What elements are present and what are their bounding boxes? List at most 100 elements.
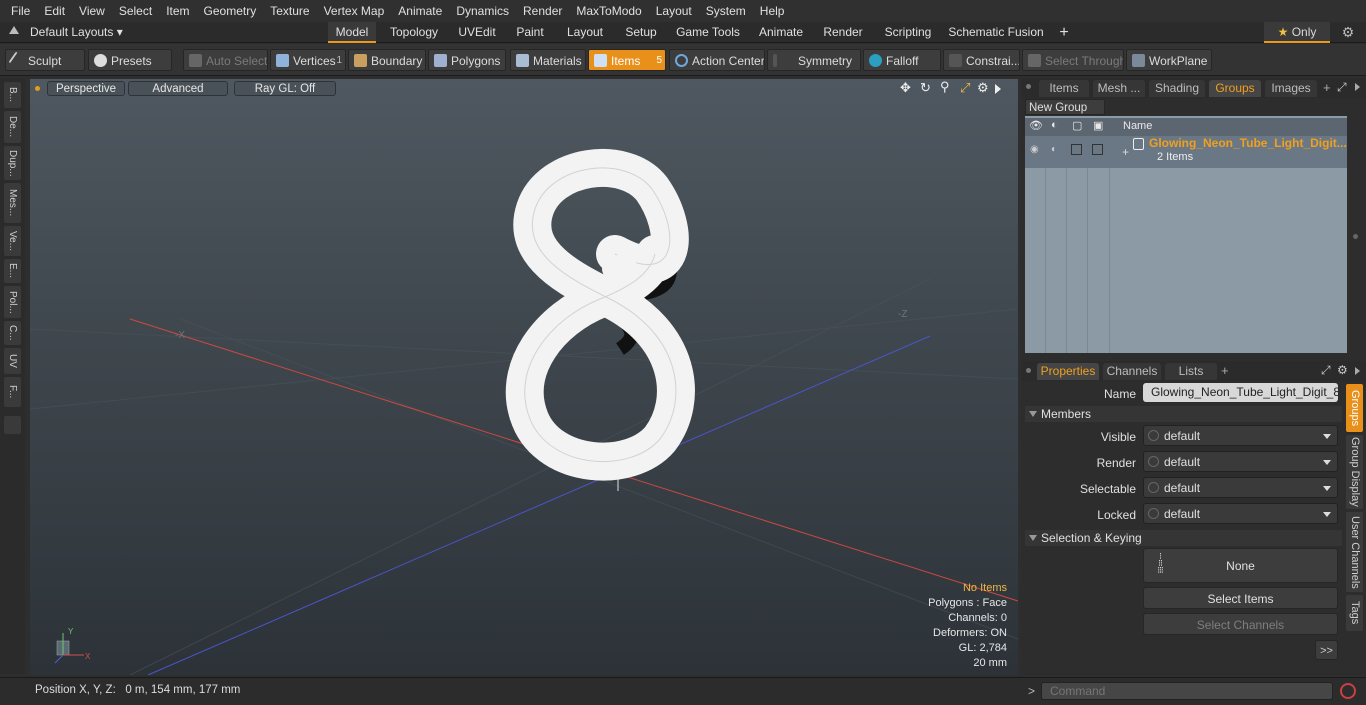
render-select[interactable]: default [1143, 451, 1338, 472]
select-icon[interactable]: ▢ [1072, 119, 1082, 132]
locked-select[interactable]: default [1143, 503, 1338, 524]
menu-item[interactable]: Item [159, 4, 196, 18]
constraints-button[interactable]: Constrai... [943, 49, 1020, 71]
tab-uvedit[interactable]: UVEdit [454, 22, 500, 43]
tab-scripting[interactable]: Scripting [878, 22, 938, 43]
auto-select-button[interactable]: Auto Select [183, 49, 268, 71]
tab-mesh[interactable]: Mesh ... [1093, 80, 1145, 97]
render-icon[interactable]: ◐ [1051, 119, 1058, 131]
eye-icon[interactable]: 👁 [1029, 119, 1043, 132]
materials-button[interactable]: Materials [510, 49, 586, 71]
presets-button[interactable]: Presets [88, 49, 172, 71]
visible-select[interactable]: default [1143, 425, 1338, 446]
members-section[interactable]: Members [1025, 406, 1342, 422]
tab-images[interactable]: Images [1265, 80, 1317, 97]
left-tab-polygon[interactable]: Pol... [4, 286, 21, 318]
polygons-button[interactable]: Polygons [428, 49, 506, 71]
menu-select[interactable]: Select [112, 4, 159, 18]
expand-plus-icon[interactable]: + [1122, 145, 1129, 159]
tab-paint[interactable]: Paint [510, 22, 550, 43]
collapse-icon[interactable] [9, 26, 19, 34]
add-tab-icon[interactable]: + [1054, 22, 1074, 43]
maximize-icon[interactable]: ⤢ [1337, 80, 1347, 95]
left-tab-duplicate[interactable]: Dup... [4, 146, 21, 180]
record-icon[interactable] [1340, 683, 1356, 699]
tab-render[interactable]: Render [818, 22, 868, 43]
add-prop-tab-icon[interactable]: + [1221, 363, 1229, 378]
prop-maximize-icon[interactable]: ⤢ [1321, 363, 1331, 378]
select-channels-button[interactable]: Select Channels [1143, 613, 1338, 635]
side-tab-groups[interactable]: Groups [1346, 384, 1363, 432]
group-row[interactable]: ◉ ◐ + Glowing_Neon_Tube_Light_Digit... 2… [1025, 136, 1347, 168]
menu-layout[interactable]: Layout [649, 4, 699, 18]
menu-edit[interactable]: Edit [37, 4, 72, 18]
tab-items[interactable]: Items [1039, 80, 1089, 97]
menu-dynamics[interactable]: Dynamics [449, 4, 516, 18]
more-button[interactable]: >> [1315, 640, 1338, 660]
only-toggle[interactable]: ★ Only [1264, 22, 1330, 43]
tab-setup[interactable]: Setup [620, 22, 662, 43]
panel-arrow-icon[interactable] [1355, 83, 1360, 91]
left-tab-mesh[interactable]: Mes... [4, 183, 21, 223]
left-tab-edge[interactable]: E... [4, 259, 21, 283]
menu-view[interactable]: View [72, 4, 112, 18]
tab-properties[interactable]: Properties [1037, 363, 1099, 380]
falloff-button[interactable]: Falloff [863, 49, 941, 71]
properties-menu-icon[interactable] [1026, 368, 1031, 373]
list-scrollbar[interactable] [1350, 116, 1362, 353]
action-center-button[interactable]: Action Center [669, 49, 765, 71]
side-tab-tags[interactable]: Tags [1346, 595, 1363, 631]
tab-layout[interactable]: Layout [560, 22, 610, 43]
menu-geometry[interactable]: Geometry [197, 4, 264, 18]
row-select-checkbox[interactable] [1071, 144, 1082, 155]
menu-vertex-map[interactable]: Vertex Map [317, 4, 392, 18]
boundary-button[interactable]: Boundary [348, 49, 426, 71]
sculpt-button[interactable]: Sculpt [5, 49, 85, 71]
menu-texture[interactable]: Texture [263, 4, 316, 18]
command-input[interactable] [1041, 682, 1333, 700]
left-tab-deform[interactable]: De... [4, 111, 21, 143]
gear-icon[interactable]: ⚙ [1340, 24, 1356, 40]
tab-game-tools[interactable]: Game Tools [672, 22, 744, 43]
tab-schematic-fusion[interactable]: Schematic Fusion [948, 22, 1044, 43]
side-tab-group-display[interactable]: Group Display [1346, 435, 1363, 509]
lock-icon[interactable]: ▣ [1093, 119, 1103, 132]
select-through-button[interactable]: Select Through [1022, 49, 1124, 71]
menu-file[interactable]: File [4, 4, 37, 18]
symmetry-button[interactable]: Symmetry [767, 49, 861, 71]
group-name[interactable]: Glowing_Neon_Tube_Light_Digit... [1149, 136, 1347, 150]
tab-channels[interactable]: Channels [1103, 363, 1161, 380]
menu-help[interactable]: Help [753, 4, 792, 18]
new-group-button[interactable]: New Group [1025, 99, 1105, 115]
left-tab-extra[interactable] [4, 416, 21, 434]
workplane-button[interactable]: WorkPlane [1126, 49, 1212, 71]
tab-topology[interactable]: Topology [384, 22, 444, 43]
menu-system[interactable]: System [699, 4, 753, 18]
tab-animate[interactable]: Animate [754, 22, 808, 43]
prop-gear-icon[interactable]: ⚙ [1337, 363, 1348, 377]
tab-groups[interactable]: Groups [1209, 80, 1261, 97]
row-render-icon[interactable]: ◐ [1051, 144, 1057, 155]
left-tab-uv[interactable]: UV [4, 348, 21, 374]
vertices-button[interactable]: Vertices 1 [270, 49, 346, 71]
select-items-button[interactable]: Select Items [1143, 587, 1338, 609]
row-eye-icon[interactable]: ◉ [1030, 144, 1039, 155]
name-column-header[interactable]: Name [1123, 120, 1152, 132]
tab-model[interactable]: Model [328, 22, 376, 43]
selection-keying-section[interactable]: Selection & Keying [1025, 530, 1342, 546]
menu-maxtomodo[interactable]: MaxToModo [569, 4, 648, 18]
row-lock-checkbox[interactable] [1092, 144, 1103, 155]
left-tab-fusion[interactable]: F... [4, 377, 21, 407]
left-tab-basic[interactable]: B... [4, 82, 21, 108]
panel-menu-icon[interactable] [1026, 84, 1031, 89]
name-field[interactable]: Glowing_Neon_Tube_Light_Digit_8 (3) [1143, 383, 1338, 402]
tab-shading[interactable]: Shading [1149, 80, 1205, 97]
tab-lists[interactable]: Lists [1165, 363, 1217, 380]
selectable-select[interactable]: default [1143, 477, 1338, 498]
layout-selector[interactable]: Default Layouts ▾ [30, 22, 123, 43]
prop-arrow-icon[interactable] [1355, 367, 1360, 375]
add-tab-icon[interactable]: + [1323, 80, 1331, 95]
menu-animate[interactable]: Animate [391, 4, 449, 18]
items-button[interactable]: Items 5 [588, 49, 666, 71]
side-tab-user-channels[interactable]: User Channels [1346, 512, 1363, 592]
